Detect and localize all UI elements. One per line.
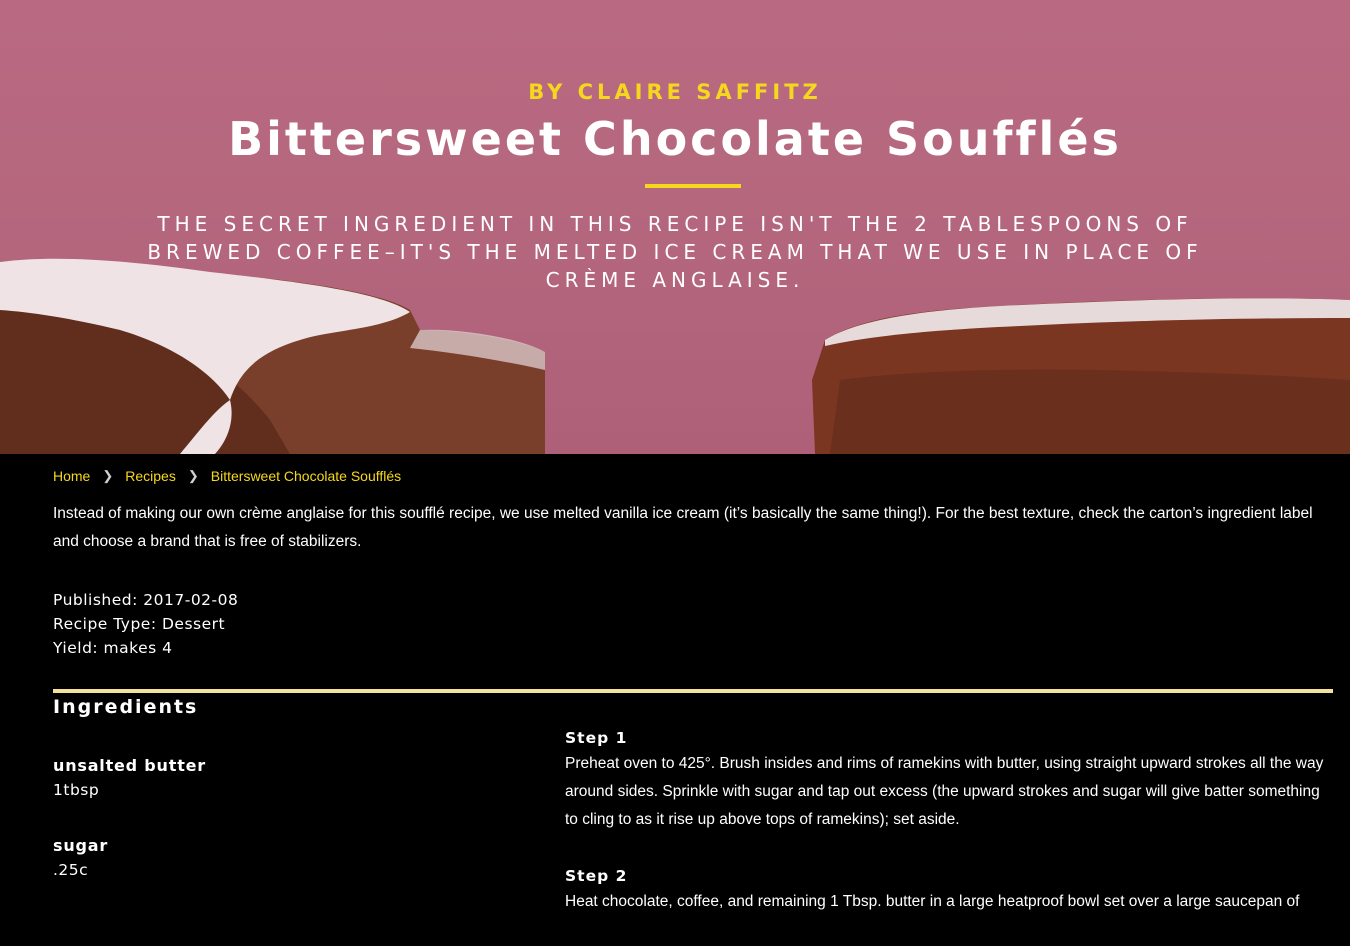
breadcrumb-current-page[interactable]: Bittersweet Chocolate Soufflés [211, 468, 401, 484]
recipe-subtitle: The secret ingredient in this recipe isn… [147, 212, 1203, 292]
published-date: Published: 2017-02-08 [53, 591, 239, 609]
step-item: Step 2 Heat chocolate, coffee, and remai… [565, 864, 1335, 916]
title-underline [645, 184, 741, 188]
breadcrumb-recipes-link[interactable]: Recipes [125, 468, 176, 484]
steps-list: Step 1 Preheat oven to 425°. Brush insid… [565, 726, 1335, 946]
recipe-meta: Published: 2017-02-08 Recipe Type: Desse… [53, 588, 238, 660]
ingredients-list: unsalted butter 1tbsp sugar .25c [53, 754, 533, 914]
author-byline: BY CLAIRE SAFFITZ [528, 80, 822, 104]
step-item: Step 1 Preheat oven to 425°. Brush insid… [565, 726, 1335, 834]
recipe-yield: Yield: makes 4 [53, 639, 173, 657]
breadcrumb: Home ❯ Recipes ❯ Bittersweet Chocolate S… [53, 468, 401, 484]
section-divider [53, 689, 1333, 693]
step-text: Heat chocolate, coffee, and remaining 1 … [565, 893, 1300, 910]
ingredient-item: unsalted butter 1tbsp [53, 754, 533, 802]
recipe-type: Recipe Type: Dessert [53, 615, 226, 633]
recipe-intro: Instead of making our own crème anglaise… [53, 505, 1313, 550]
ingredient-name: sugar [53, 836, 109, 855]
ingredient-quantity: 1tbsp [53, 781, 100, 799]
step-label: Step 2 [565, 867, 628, 885]
recipe-content: Home ❯ Recipes ❯ Bittersweet Chocolate S… [0, 454, 1350, 915]
chevron-right-icon: ❯ [102, 468, 114, 483]
chevron-right-icon: ❯ [187, 468, 199, 483]
hero-banner: BY CLAIRE SAFFITZ Bittersweet Chocolate … [0, 0, 1350, 454]
ingredient-name: unsalted butter [53, 756, 206, 775]
ingredients-heading: Ingredients [53, 696, 199, 718]
step-text: Preheat oven to 425°. Brush insides and … [565, 755, 1324, 828]
ingredient-quantity: .25c [53, 861, 89, 879]
recipe-title: Bittersweet Chocolate Soufflés [228, 112, 1122, 166]
step-label: Step 1 [565, 729, 628, 747]
breadcrumb-home-link[interactable]: Home [53, 468, 90, 484]
ingredient-item: sugar .25c [53, 834, 533, 882]
